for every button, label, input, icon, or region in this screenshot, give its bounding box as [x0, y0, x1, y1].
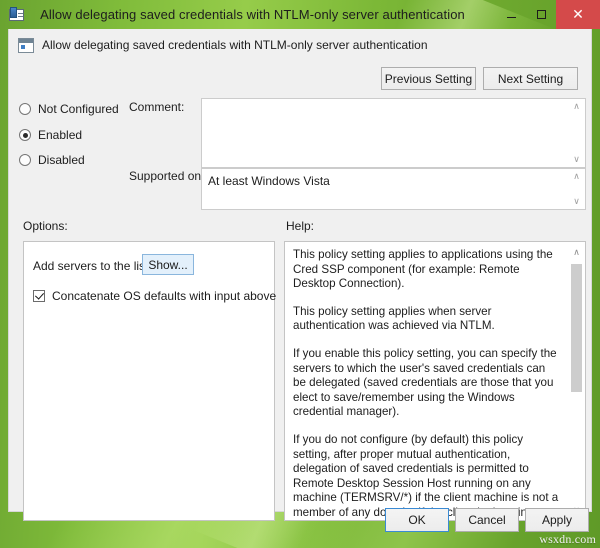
maximize-icon: [536, 10, 546, 19]
setting-header-row: Allow delegating saved credentials with …: [9, 29, 591, 65]
radio-not-configured[interactable]: Not Configured: [19, 102, 119, 116]
radio-enabled-label: Enabled: [38, 128, 83, 142]
supported-scroll-down-icon[interactable]: ∨: [568, 194, 585, 209]
previous-setting-button[interactable]: Previous Setting: [381, 67, 476, 90]
radio-enabled[interactable]: Enabled: [19, 128, 82, 142]
group-policy-icon: [9, 6, 25, 23]
add-servers-row: Add servers to the list:: [33, 259, 152, 273]
next-setting-button[interactable]: Next Setting: [483, 67, 578, 90]
concatenate-checkbox[interactable]: [33, 290, 45, 302]
dialog-client-area: Allow delegating saved credentials with …: [8, 29, 592, 521]
supported-on-label: Supported on:: [129, 169, 205, 183]
help-scrollbar-thumb[interactable]: [571, 264, 582, 392]
help-scroll-up-icon[interactable]: ∧: [568, 244, 585, 260]
supported-on-scrollbar[interactable]: ∧ ∨: [567, 169, 585, 209]
comment-label: Comment:: [129, 100, 185, 114]
help-paragraph: If you enable this policy setting, you c…: [293, 346, 557, 419]
supported-on-textarea[interactable]: At least Windows Vista ∧ ∨: [201, 168, 586, 210]
minimize-button[interactable]: [496, 0, 526, 29]
add-servers-label: Add servers to the list:: [33, 259, 152, 273]
minimize-icon: [506, 16, 516, 18]
concatenate-checkbox-row[interactable]: Concatenate OS defaults with input above: [33, 289, 276, 303]
radio-disabled[interactable]: Disabled: [19, 153, 85, 167]
policy-setting-icon: [18, 38, 34, 53]
help-paragraph: This policy setting applies to applicati…: [293, 248, 553, 291]
policy-setting-dialog: Allow delegating saved credentials with …: [0, 0, 600, 548]
title-bar: Allow delegating saved credentials with …: [0, 0, 600, 29]
options-section-label: Options:: [23, 219, 68, 233]
help-text-content: This policy setting applies to applicati…: [285, 242, 568, 520]
radio-enabled-mark: [19, 129, 31, 141]
cancel-button[interactable]: Cancel: [455, 508, 519, 532]
show-button[interactable]: Show...: [142, 254, 194, 275]
supported-scroll-up-icon[interactable]: ∧: [568, 169, 585, 184]
help-scrollbar[interactable]: ∧ ∨: [568, 242, 585, 520]
comment-textarea[interactable]: ∧ ∨: [201, 98, 586, 168]
radio-not-configured-mark: [19, 103, 31, 115]
help-section-label: Help:: [286, 219, 315, 233]
close-button[interactable]: ✕: [556, 0, 600, 29]
supported-on-value: At least Windows Vista: [208, 174, 330, 188]
setting-title: Allow delegating saved credentials with …: [42, 38, 428, 52]
window-controls: ✕: [496, 0, 600, 29]
maximize-button[interactable]: [526, 0, 556, 29]
options-panel: Add servers to the list: Show... Concate…: [23, 241, 276, 521]
radio-disabled-mark: [19, 154, 31, 166]
radio-disabled-label: Disabled: [38, 153, 85, 167]
radio-not-configured-label: Not Configured: [38, 102, 119, 116]
comment-scroll-down-icon[interactable]: ∨: [568, 152, 585, 167]
help-paragraph: This policy setting applies when server …: [293, 304, 495, 333]
help-paragraph: If you do not configure (by default) thi…: [293, 432, 559, 519]
apply-button[interactable]: Apply: [525, 508, 589, 532]
window-title: Allow delegating saved credentials with …: [40, 7, 465, 22]
concatenate-checkbox-label: Concatenate OS defaults with input above: [52, 289, 277, 303]
comment-scroll-up-icon[interactable]: ∧: [568, 99, 585, 114]
ok-button[interactable]: OK: [385, 508, 449, 532]
help-panel: This policy setting applies to applicati…: [284, 241, 586, 521]
comment-scrollbar[interactable]: ∧ ∨: [567, 99, 585, 167]
